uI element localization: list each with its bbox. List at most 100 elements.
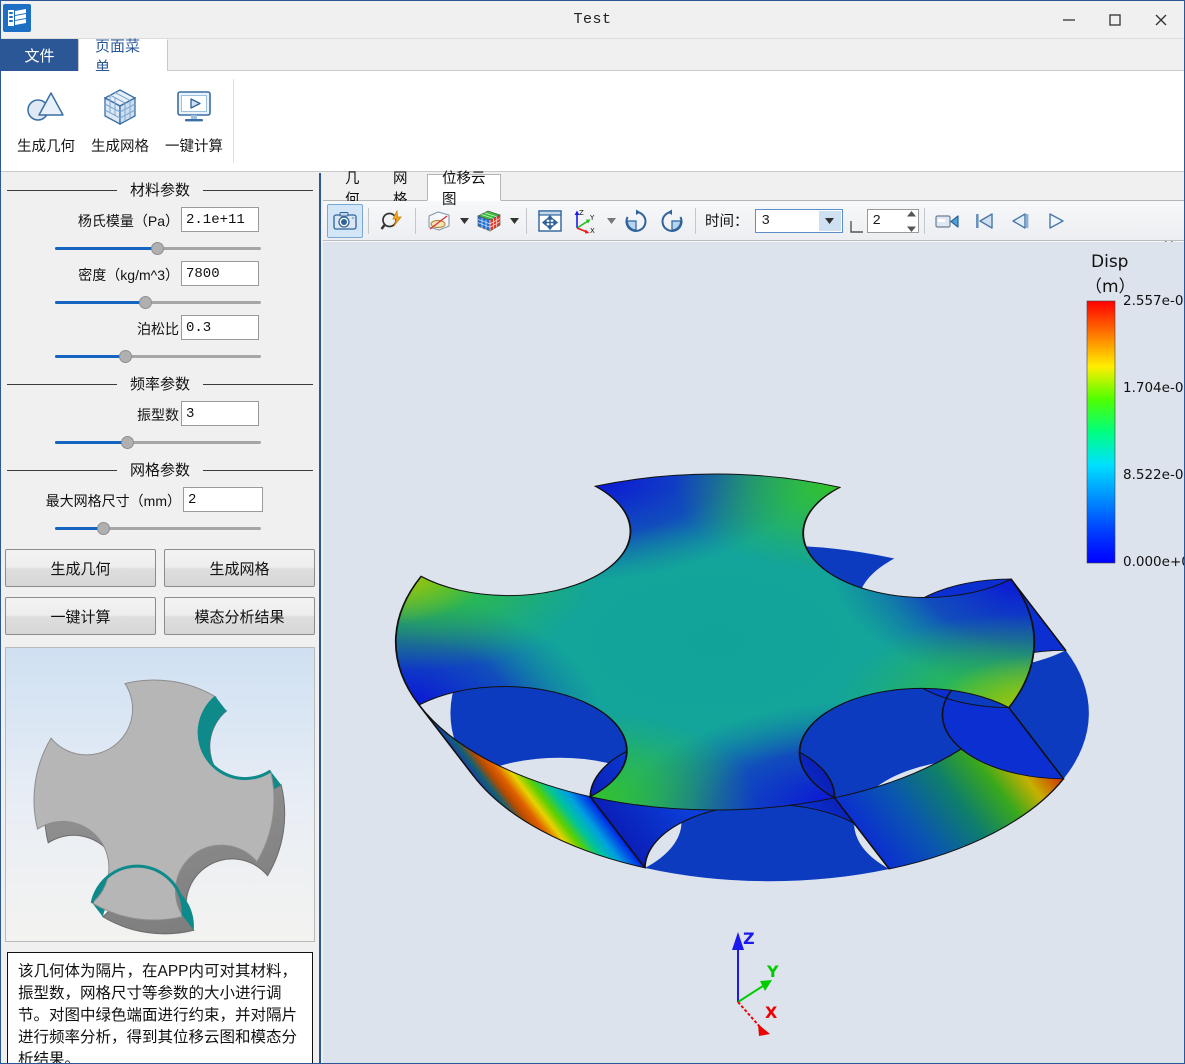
- action-button-row-1: 生成几何 生成网格: [5, 549, 315, 587]
- slider-thumb[interactable]: [97, 522, 110, 535]
- title-bar: Test: [1, 1, 1184, 39]
- video-record-icon[interactable]: [930, 204, 966, 238]
- toolbar-divider: [415, 207, 416, 234]
- field-label: 振型数: [137, 407, 179, 423]
- youngs-modulus-input[interactable]: [181, 207, 259, 232]
- viewer-tab-bar: 几何 网格 位移云图: [323, 171, 1184, 208]
- slider-thumb[interactable]: [139, 296, 152, 309]
- field-youngs-modulus: 杨氏模量（Pa）: [5, 205, 315, 237]
- clip-plane-icon[interactable]: [421, 204, 457, 238]
- slider-thumb[interactable]: [121, 436, 134, 449]
- main-area: 材料参数 杨氏模量（Pa） 密度（kg/m^3）: [1, 171, 1184, 1063]
- toolbar-divider: [923, 207, 925, 234]
- toolbar-divider: [526, 207, 527, 234]
- ribbon-button-generate-mesh[interactable]: 生成网格: [83, 77, 157, 169]
- run-monitor-icon: [171, 83, 217, 129]
- density-input[interactable]: [181, 261, 259, 286]
- color-cube-icon[interactable]: [471, 204, 507, 238]
- camera-snapshot-icon[interactable]: [327, 203, 363, 238]
- field-label: 杨氏模量（Pa）: [77, 213, 179, 229]
- slider-fill: [55, 355, 125, 358]
- action-button-row-2: 一键计算 模态分析结果: [5, 597, 315, 635]
- axis-triad-icon[interactable]: Z Y X: [568, 204, 604, 238]
- ribbon-tab-file[interactable]: 文件: [1, 39, 78, 71]
- parameter-panel: 材料参数 杨氏模量（Pa） 密度（kg/m^3）: [1, 173, 321, 1063]
- slider-thumb[interactable]: [151, 242, 164, 255]
- time-dropdown[interactable]: 3: [754, 208, 843, 233]
- svg-text:X: X: [765, 1003, 778, 1022]
- svg-text:Y: Y: [589, 214, 595, 222]
- viewer-tab-mesh[interactable]: 网格: [379, 171, 427, 208]
- play-icon[interactable]: [1038, 204, 1074, 238]
- time-label: 时间：: [705, 214, 749, 230]
- slider-fill: [55, 301, 145, 304]
- skip-to-start-icon[interactable]: [966, 204, 1002, 238]
- time-dropdown-value: 3: [761, 212, 770, 229]
- viewer-tab-geometry[interactable]: 几何: [331, 171, 379, 208]
- chevron-down-icon[interactable]: [818, 210, 841, 231]
- close-icon[interactable]: [1138, 1, 1184, 39]
- svg-text:X: X: [590, 227, 595, 234]
- group-header-mesh: 网格参数: [5, 457, 315, 485]
- svg-text:Z: Z: [743, 929, 755, 948]
- modal-analysis-result-button[interactable]: 模态分析结果: [164, 597, 315, 635]
- chevron-down-icon[interactable]: [507, 204, 521, 238]
- chevron-down-icon[interactable]: [604, 204, 618, 238]
- field-label: 密度（kg/m^3）: [78, 267, 179, 283]
- geometry-preview[interactable]: [5, 647, 315, 942]
- ribbon-tab-page-menu[interactable]: 页面菜单: [78, 38, 168, 76]
- ribbon-button-label: 生成网格: [91, 139, 149, 155]
- ribbon-group-divider: [233, 79, 234, 163]
- description-text: 该几何体为隔片，在APP内可对其材料，振型数，网格尺寸等参数的大小进行调节。对图…: [7, 952, 313, 1063]
- slider-fill: [55, 247, 157, 250]
- step-back-icon[interactable]: [1002, 204, 1038, 238]
- ribbon-button-label: 一键计算: [165, 139, 223, 155]
- svg-text:Y: Y: [766, 962, 779, 981]
- geometry-shapes-icon: [23, 83, 69, 129]
- density-slider[interactable]: [5, 291, 315, 313]
- viewport-3d[interactable]: Z Y X Disp （m） 2.557e-0 1.704e-0 8.522e-…: [323, 242, 1184, 1063]
- zoom-flash-icon[interactable]: [374, 204, 410, 238]
- max-mesh-size-slider[interactable]: [5, 517, 315, 539]
- youngs-modulus-slider[interactable]: [5, 237, 315, 259]
- viewer-tab-displacement[interactable]: 位移云图: [427, 171, 501, 208]
- slider-fill: [55, 527, 103, 530]
- viewer-panel: 几何 网格 位移云图 Z Y X 时间： 3 2 Z Y X Disp （m） …: [323, 171, 1184, 1063]
- field-density: 密度（kg/m^3）: [5, 259, 315, 291]
- spinner-buttons[interactable]: [906, 210, 916, 232]
- minimize-icon[interactable]: [1046, 1, 1092, 39]
- poisson-ratio-input[interactable]: [181, 315, 259, 340]
- bracket-icon: [849, 209, 865, 233]
- ribbon-tab-filler: [168, 39, 1184, 71]
- field-label: 最大网格尺寸（mm）: [45, 493, 181, 509]
- legend-tick-min: 0.000e+00: [1123, 554, 1184, 570]
- generate-mesh-button[interactable]: 生成网格: [164, 549, 315, 587]
- mode-count-slider[interactable]: [5, 431, 315, 453]
- application-window: Test 文件 页面菜单 生成几何 生成网格 一键计算 材料参数 杨氏模量（Pa…: [0, 0, 1185, 1064]
- slider-fill: [55, 441, 127, 444]
- slider-thumb[interactable]: [119, 350, 132, 363]
- ribbon-button-generate-geometry[interactable]: 生成几何: [9, 77, 83, 169]
- window-title: Test: [573, 11, 612, 28]
- color-legend: [1086, 300, 1116, 564]
- mode-count-input[interactable]: [181, 401, 259, 426]
- fit-to-window-icon[interactable]: [532, 204, 568, 238]
- maximize-icon[interactable]: [1092, 1, 1138, 39]
- rotate-ccw-icon[interactable]: [654, 204, 690, 238]
- max-mesh-size-input[interactable]: [183, 487, 263, 512]
- legend-tick-max: 2.557e-03: [1123, 293, 1184, 309]
- poisson-ratio-slider[interactable]: [5, 345, 315, 367]
- field-max-mesh-size: 最大网格尺寸（mm）: [5, 485, 315, 517]
- one-click-compute-button[interactable]: 一键计算: [5, 597, 156, 635]
- chevron-down-icon[interactable]: [457, 204, 471, 238]
- step-spinner[interactable]: 2: [866, 208, 919, 233]
- rotate-cw-icon[interactable]: [618, 204, 654, 238]
- ribbon-button-label: 生成几何: [17, 139, 75, 155]
- ribbon-button-one-click-compute[interactable]: 一键计算: [157, 77, 231, 169]
- mesh-cube-icon: [97, 83, 143, 129]
- field-label: 泊松比: [137, 321, 179, 337]
- generate-geometry-button[interactable]: 生成几何: [5, 549, 156, 587]
- toolbar-divider: [368, 207, 369, 234]
- ribbon-group-main: 生成几何 生成网格 一键计算: [1, 71, 231, 172]
- ribbon-body: 生成几何 生成网格 一键计算: [1, 71, 1184, 172]
